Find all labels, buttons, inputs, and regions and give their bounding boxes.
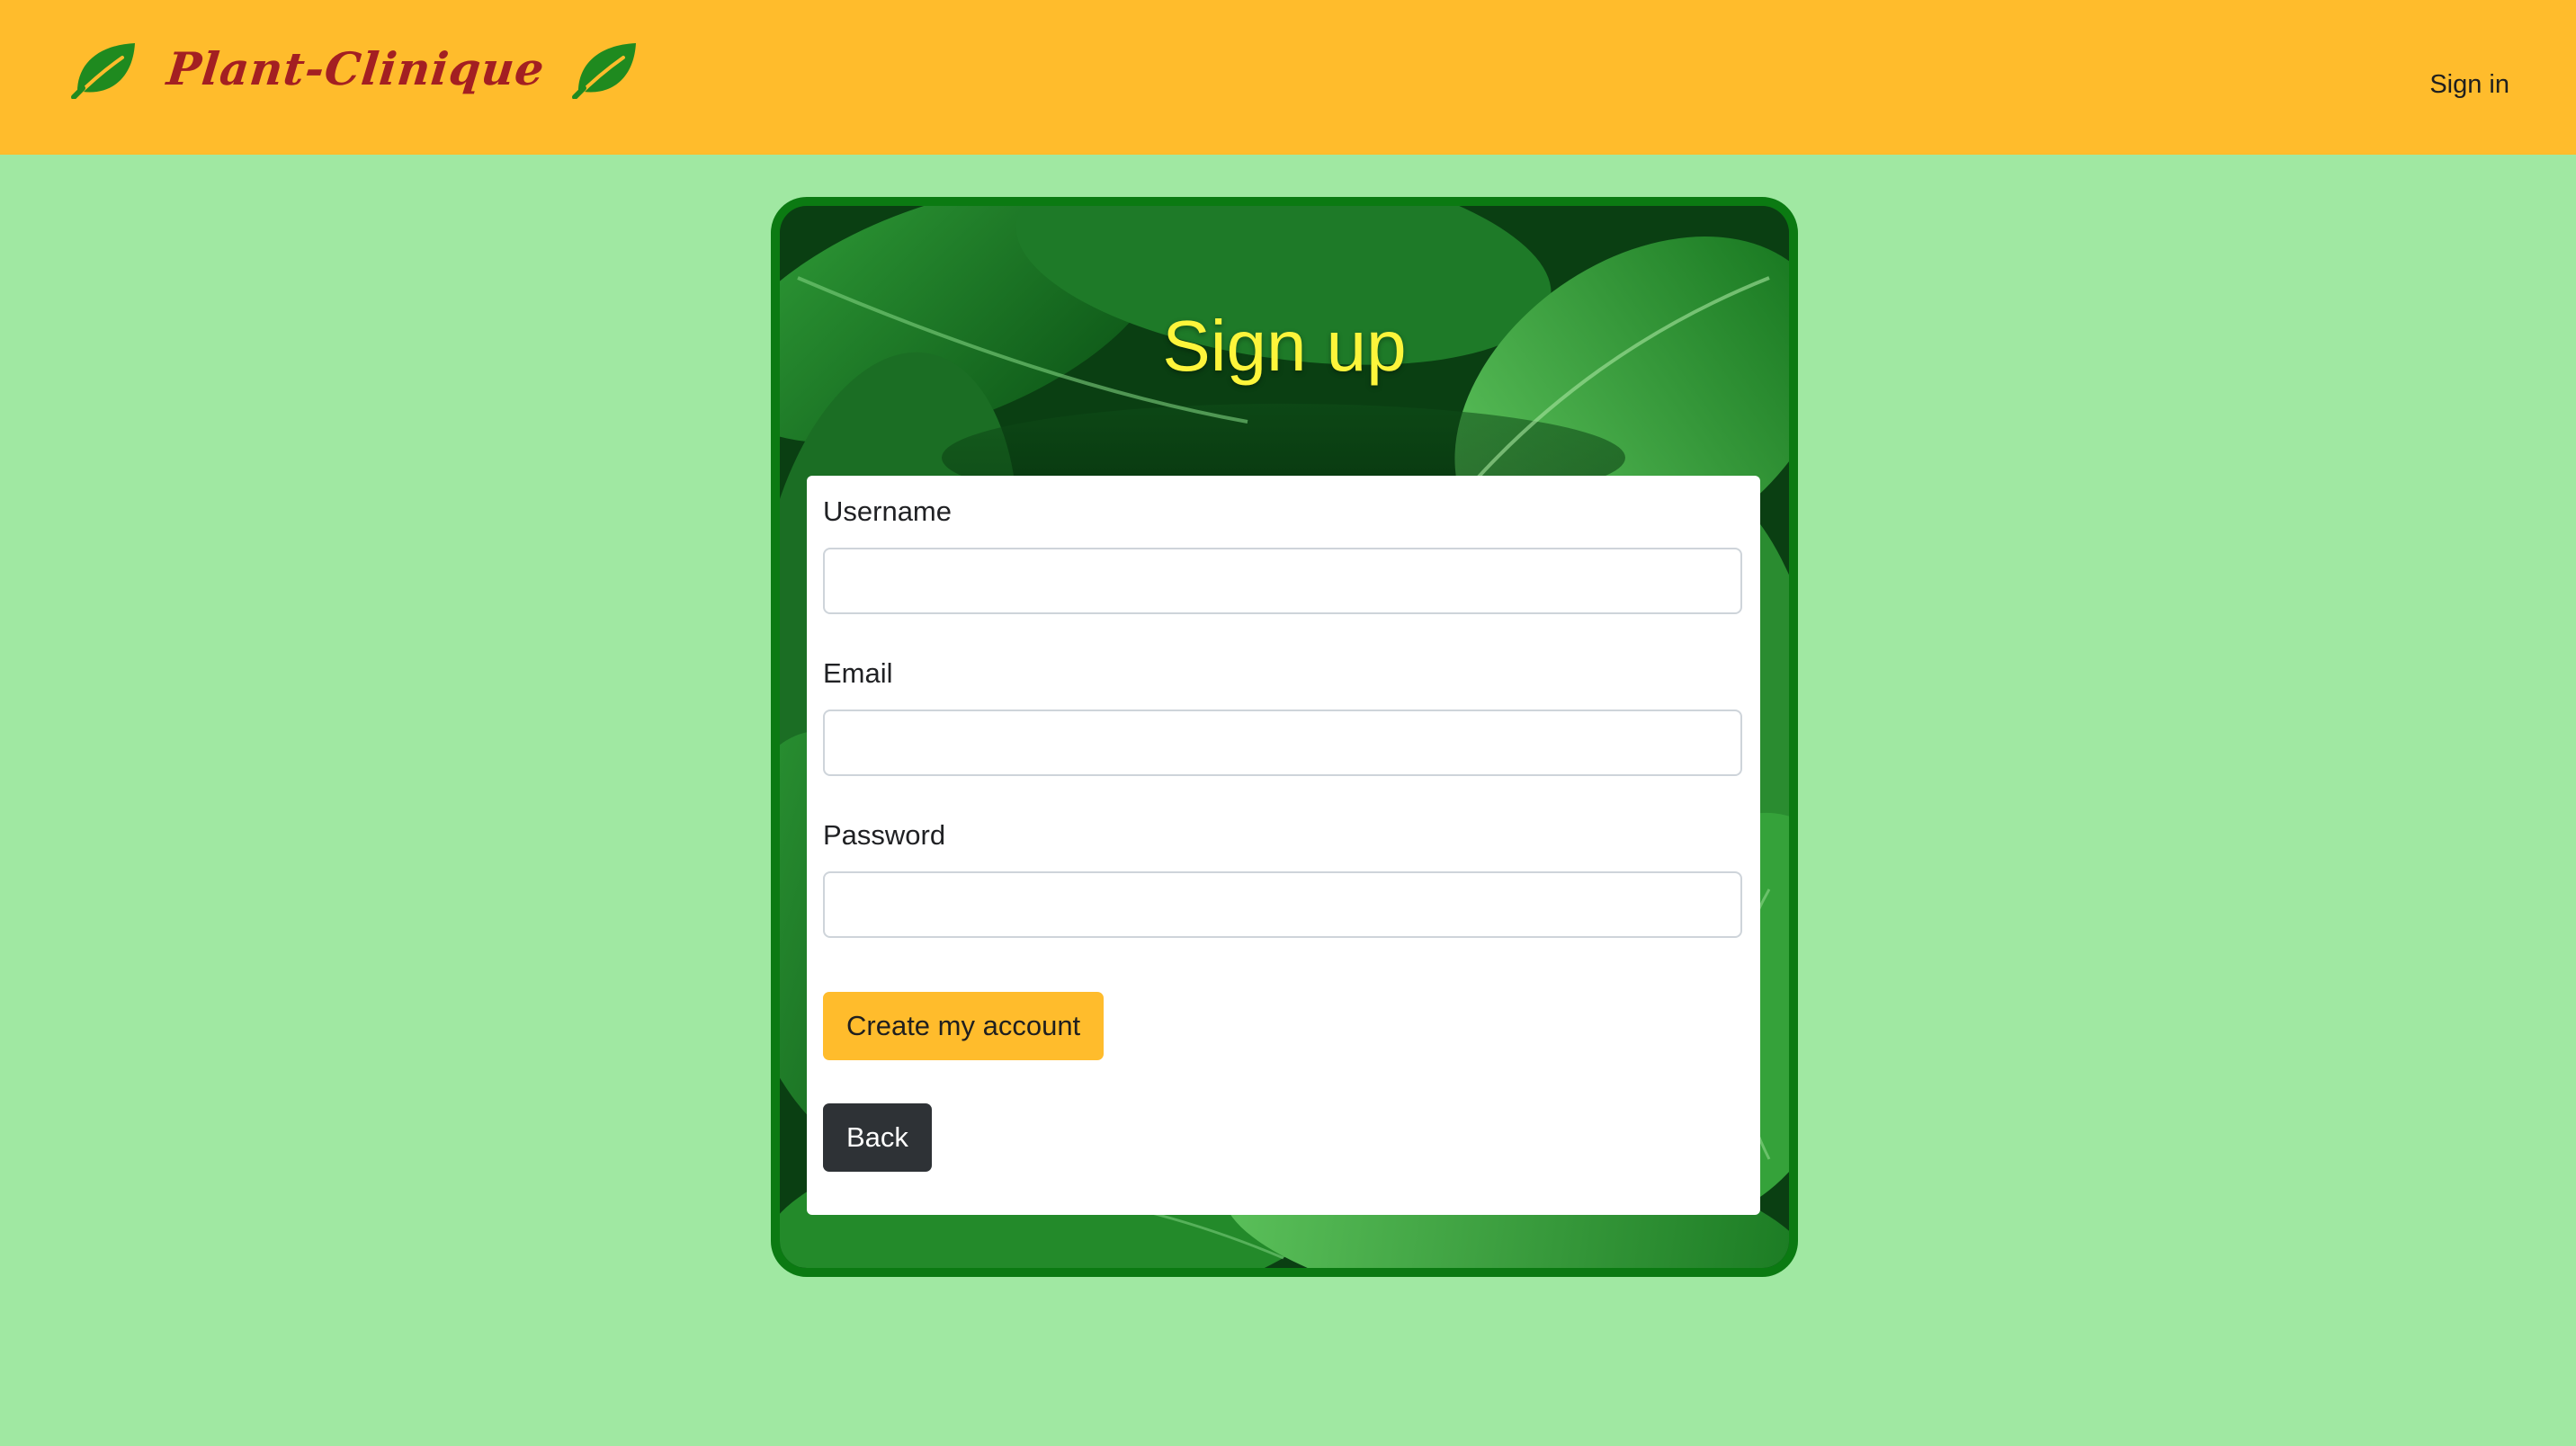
leaf-icon [572, 43, 637, 99]
username-label: Username [823, 495, 952, 527]
email-label: Email [823, 657, 893, 689]
signin-link[interactable]: Sign in [2429, 70, 2509, 100]
email-input[interactable] [823, 710, 1742, 776]
brand-name: Plant-Clinique [164, 41, 548, 95]
back-button[interactable]: Back [823, 1103, 932, 1172]
password-input[interactable] [823, 871, 1742, 938]
password-label: Password [823, 819, 946, 851]
page-title: Sign up [1162, 306, 1407, 386]
signup-card: Sign up Username Email Password Create m… [771, 197, 1798, 1277]
create-account-button[interactable]: Create my account [823, 992, 1105, 1060]
navbar: Plant-Clinique Sign in [0, 0, 2576, 155]
username-input[interactable] [823, 548, 1742, 614]
brand-logo[interactable]: Plant-Clinique [70, 32, 640, 104]
signup-form: Username Email Password Create my accoun… [807, 476, 1760, 1215]
leaf-icon [71, 43, 135, 99]
